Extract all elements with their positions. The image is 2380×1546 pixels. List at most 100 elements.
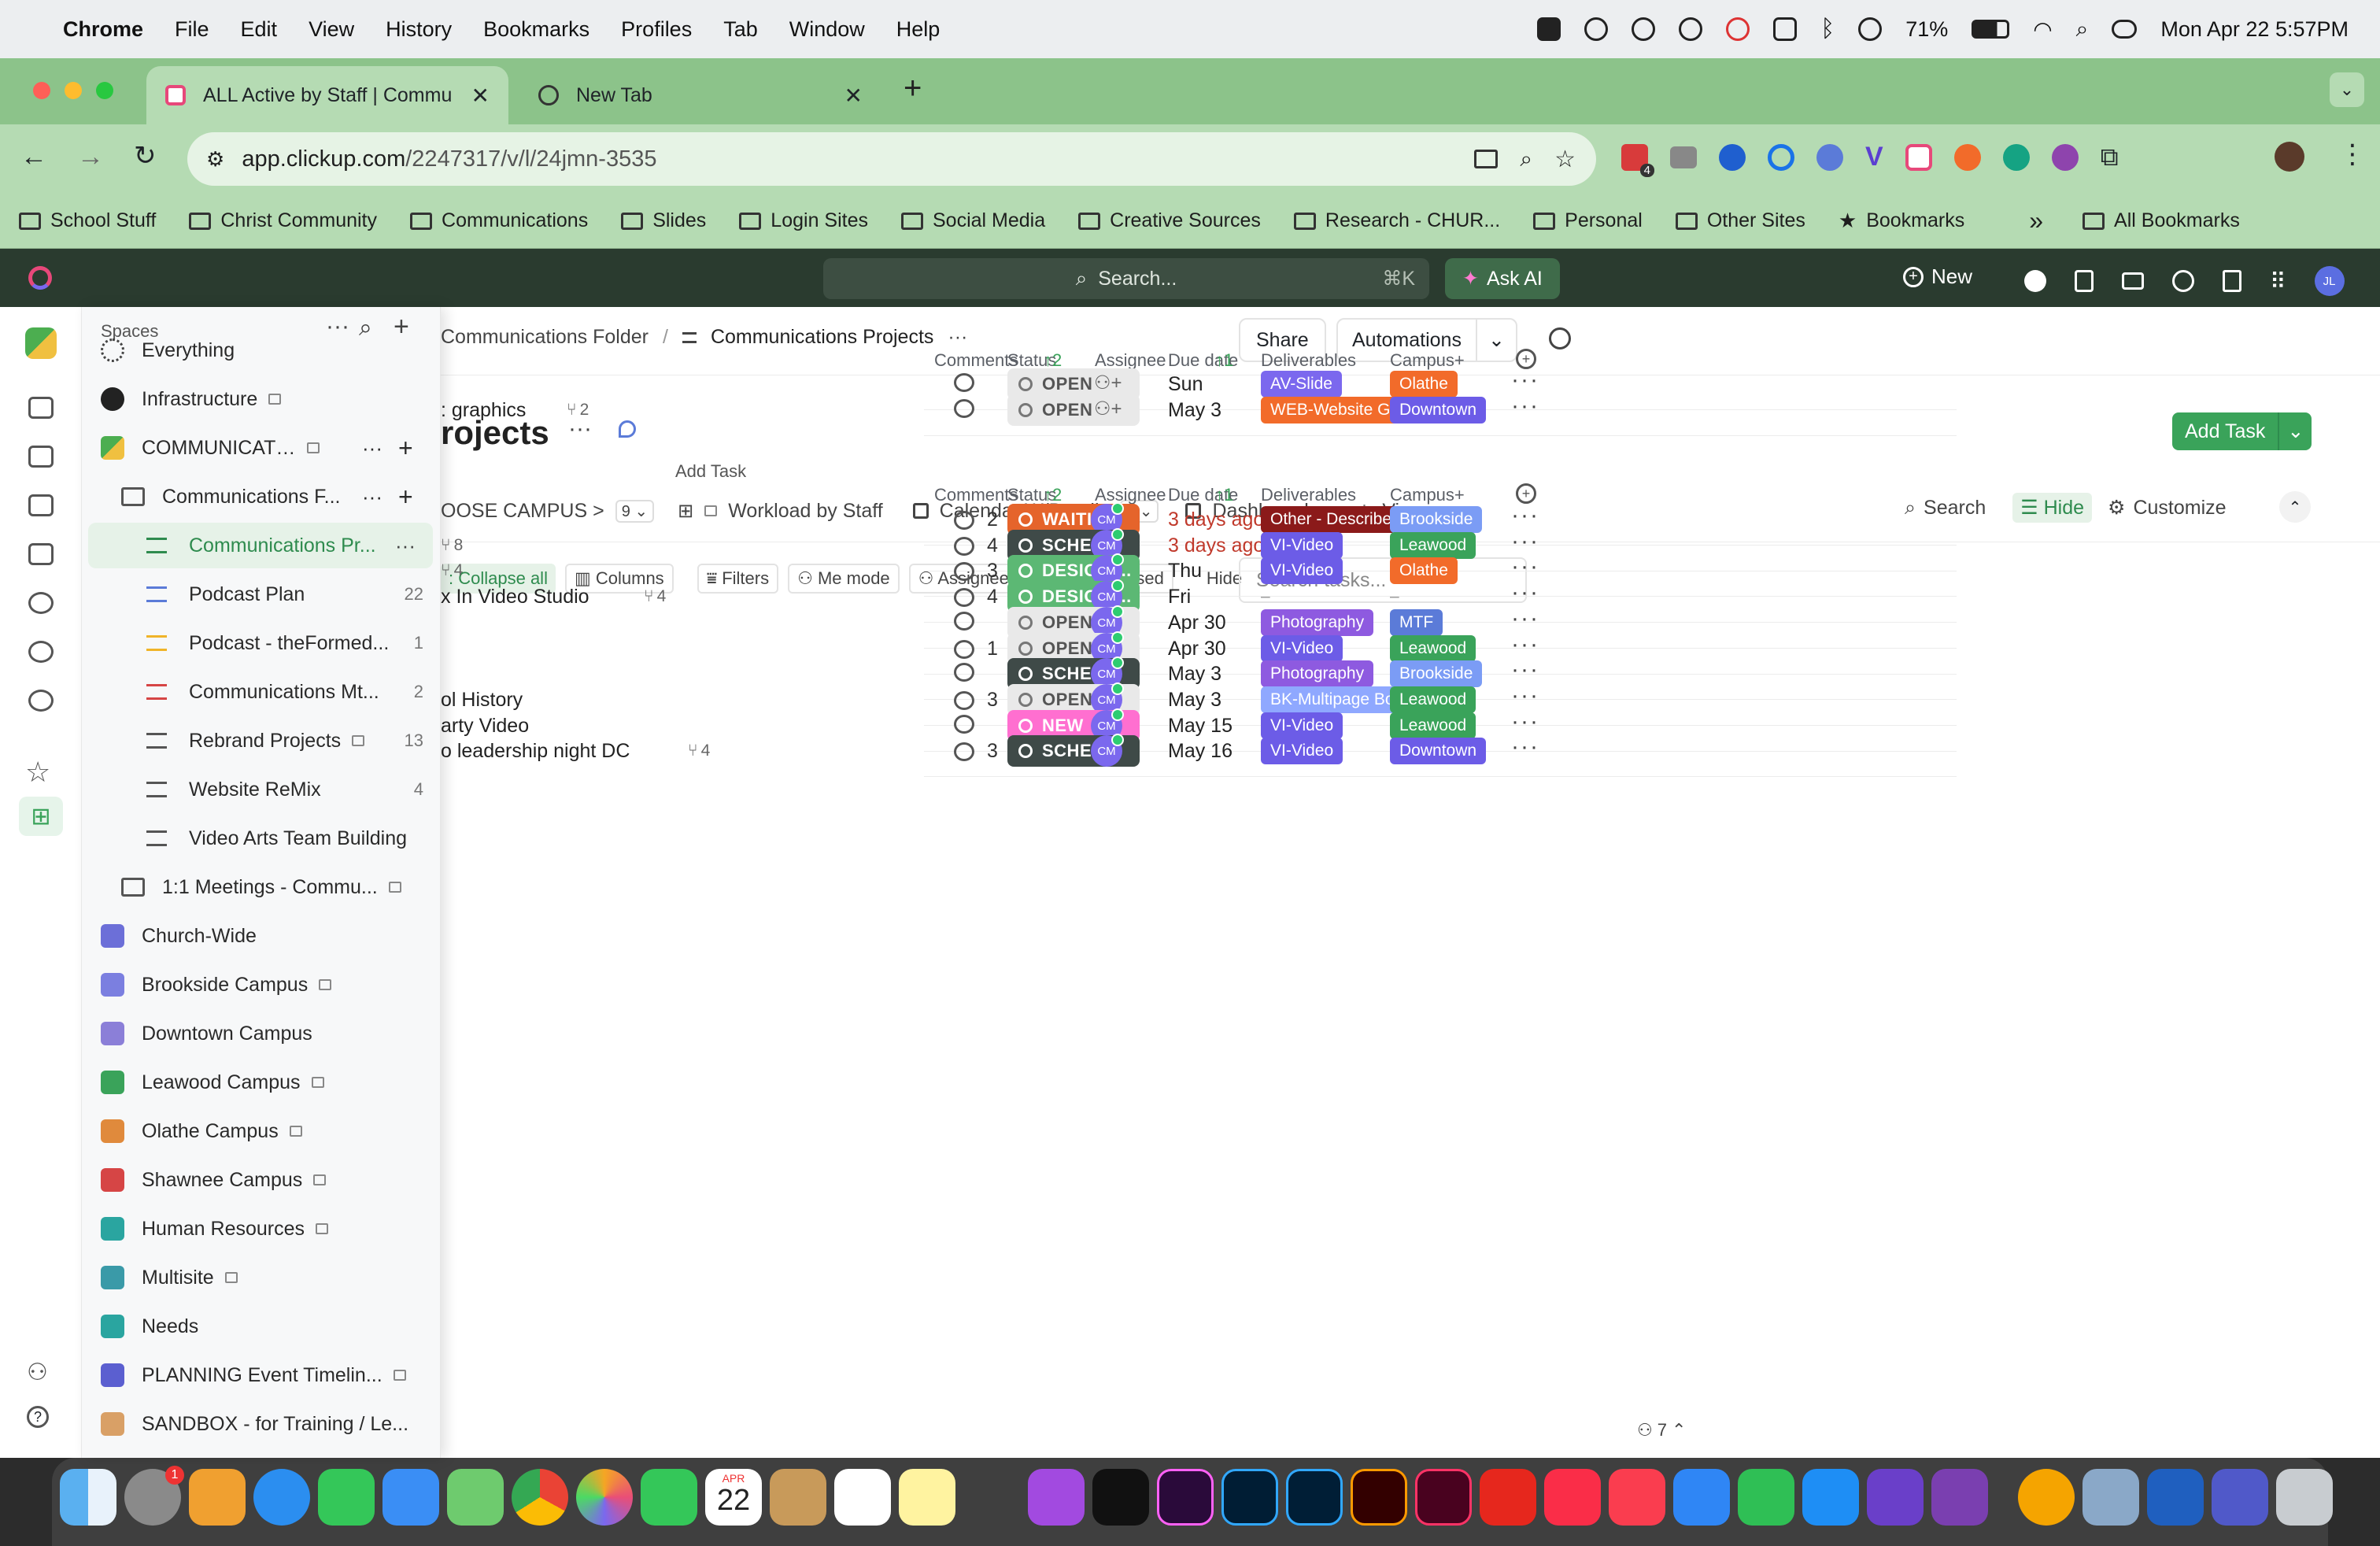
reload-icon[interactable]: ↻ — [134, 140, 157, 172]
maps-icon[interactable] — [447, 1469, 504, 1526]
space-more-icon[interactable]: ··· — [362, 436, 382, 460]
task-name[interactable]: x In Video Studio — [441, 586, 589, 608]
site-info-icon[interactable]: ⚙ — [206, 147, 224, 172]
tab-choose-campus[interactable]: OOSE CAMPUS > — [441, 500, 604, 523]
campus-tag[interactable]: Leawood — [1390, 712, 1476, 739]
add-task-button[interactable]: Add Task ⌄ — [2172, 412, 2312, 450]
comments-cell[interactable]: 3 — [954, 560, 998, 583]
record-icon[interactable] — [1726, 17, 1750, 41]
chevron-down-icon[interactable]: ⌄ — [2278, 412, 2312, 450]
minimize-window-button[interactable] — [65, 82, 82, 99]
sidebar-item-brookside[interactable]: Brookside Campus — [82, 962, 441, 1008]
sidebar-item-rebrand-projects[interactable]: Rebrand Projects 13 — [82, 718, 441, 764]
bookmarks-overflow-button[interactable]: » — [2029, 206, 2043, 235]
spotlight-icon[interactable]: ⌕ — [2076, 17, 2089, 43]
add-task-row[interactable]: Add Task — [675, 461, 746, 482]
task-name[interactable]: o leadership night DC — [441, 740, 630, 763]
all-bookmarks[interactable]: All Bookmarks — [2082, 209, 2240, 232]
system-settings-icon[interactable]: 1 — [124, 1466, 184, 1526]
sidebar-item-one-on-one-meetings[interactable]: 1:1 Meetings - Commu... — [82, 864, 441, 910]
user-avatar[interactable]: JL — [2314, 266, 2345, 296]
add-assignee-icon[interactable]: ⚇+ — [1094, 398, 1122, 420]
subtask-count[interactable]: ⑂ 4 — [644, 587, 666, 606]
podcasts-icon[interactable] — [1028, 1469, 1085, 1526]
comments-cell[interactable] — [954, 612, 987, 631]
due-date[interactable]: May 15 — [1168, 715, 1232, 738]
address-bar[interactable]: ⚙ app.clickup.com /2247317/v/l/24jmn-353… — [187, 132, 1596, 186]
column-header-comments[interactable]: Comments — [934, 350, 1018, 371]
due-date[interactable]: 3 days ago — [1168, 534, 1264, 557]
profile-avatar[interactable] — [2275, 142, 2304, 172]
deliverable-tag[interactable]: Photography — [1261, 660, 1374, 687]
pencil-icon[interactable] — [963, 1469, 1020, 1526]
campus-tag[interactable]: MTF — [1390, 609, 1443, 636]
menu-window[interactable]: Window — [789, 17, 865, 42]
launchpad-icon[interactable] — [189, 1469, 246, 1526]
task-name[interactable]: arty Video — [441, 715, 529, 738]
tab-active[interactable]: ALL Active by Staff | Commu ✕ — [146, 66, 508, 124]
chrome-menu-icon[interactable]: ⋮ — [2339, 139, 2366, 170]
bookmark-creative-sources[interactable]: Creative Sources — [1078, 209, 1261, 232]
sidebar-item-communications-mt[interactable]: Communications Mt... 2 — [82, 669, 441, 715]
row-more-icon[interactable]: ··· — [1511, 605, 1539, 632]
menu-app-name[interactable]: Chrome — [63, 17, 143, 42]
music-icon[interactable] — [1544, 1469, 1601, 1526]
back-icon[interactable]: ← — [20, 142, 47, 172]
tab-workload[interactable]: Workload by Staff — [728, 500, 882, 523]
list-info-icon[interactable] — [619, 420, 636, 438]
sidebar-item-podcast-theformed[interactable]: Podcast - theFormed... 1 — [82, 620, 441, 666]
sidebar-item-communications-projects[interactable]: Communications Pr... ··· — [88, 523, 433, 568]
spaces-icon[interactable]: ⊞ — [19, 797, 63, 836]
workspace-icon[interactable] — [25, 327, 57, 359]
chevron-down-icon[interactable]: ⌄ — [1475, 318, 1516, 362]
due-date[interactable]: May 3 — [1168, 663, 1221, 686]
list-more-icon[interactable]: ··· — [395, 534, 416, 558]
filters-button[interactable]: ⩸ Filters — [697, 564, 779, 594]
due-date[interactable]: Apr 30 — [1168, 612, 1226, 634]
grammarly-ext-icon[interactable] — [2002, 143, 2030, 171]
column-header-deliverables[interactable]: Deliverables — [1261, 350, 1356, 371]
row-more-icon[interactable]: ··· — [1511, 502, 1539, 529]
deliverable-tag[interactable]: VI-Video — [1261, 557, 1343, 584]
c-ext-icon[interactable] — [1768, 143, 1794, 171]
v-ext-icon[interactable]: V — [1865, 142, 1883, 172]
dreamweaver-icon[interactable] — [1157, 1469, 1214, 1526]
deliverable-tag[interactable]: VI-Video — [1261, 532, 1343, 559]
campus-tag[interactable]: Leawood — [1390, 635, 1476, 662]
close-tab-icon[interactable]: ✕ — [471, 83, 490, 109]
wifi-icon[interactable]: ◠ — [2033, 17, 2052, 43]
column-header-deliverables[interactable]: Deliverables — [1261, 485, 1356, 505]
breadcrumb-list[interactable]: Communications Projects — [711, 326, 933, 349]
sort-indicator-due[interactable]: ↑1 — [1215, 485, 1233, 505]
photos-icon[interactable] — [576, 1469, 633, 1526]
sidebar-item-human-resources[interactable]: Human Resources — [82, 1206, 441, 1252]
safari-icon[interactable] — [253, 1469, 310, 1526]
comments-cell[interactable]: 3 — [954, 740, 998, 763]
deliverable-tag[interactable]: – — [1261, 583, 1270, 610]
column-header-campus[interactable]: Campus+ — [1390, 350, 1465, 371]
news-icon[interactable] — [1609, 1469, 1665, 1526]
menu-view[interactable]: View — [309, 17, 354, 42]
clickup-logo-icon[interactable] — [28, 266, 52, 290]
task-name[interactable]: : graphics — [441, 399, 526, 422]
column-header-assignee[interactable]: Assignee — [1095, 485, 1166, 505]
title-more-icon[interactable]: ··· — [568, 416, 592, 442]
finder-icon[interactable] — [60, 1469, 116, 1526]
campus-tag[interactable]: Olathe — [1390, 371, 1458, 398]
orange-ext-icon[interactable] — [1953, 143, 1981, 171]
bookmark-communications[interactable]: Communications — [410, 209, 588, 232]
folder-add-icon[interactable]: + — [398, 483, 413, 512]
sidebar-item-website-remix[interactable]: Website ReMix 4 — [82, 767, 441, 812]
campus-tag[interactable]: Downtown — [1390, 738, 1487, 764]
goals-icon[interactable] — [28, 641, 54, 663]
creative-cloud-dock-icon[interactable] — [2018, 1469, 2075, 1526]
ask-ai-button[interactable]: ✦ Ask AI — [1445, 258, 1560, 299]
app-store-icon[interactable] — [1802, 1469, 1859, 1526]
row-more-icon[interactable]: ··· — [1511, 708, 1539, 735]
forward-icon[interactable]: → — [77, 142, 104, 172]
breadcrumb-more-icon[interactable]: ··· — [948, 326, 967, 349]
hide-button[interactable]: ☰ Hide — [2012, 493, 2093, 523]
check-circle-icon[interactable] — [2024, 270, 2046, 292]
due-date[interactable]: Sun — [1168, 373, 1203, 396]
row-more-icon[interactable]: ··· — [1511, 553, 1539, 580]
